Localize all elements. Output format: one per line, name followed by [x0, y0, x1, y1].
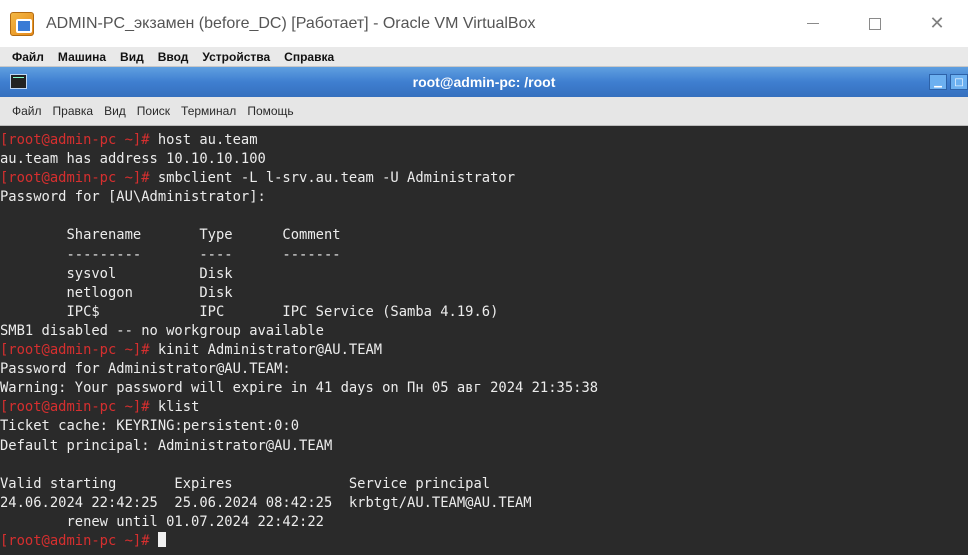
terminal-line-text: Valid starting Expires Service principal — [0, 475, 491, 492]
terminal-output-line: Password for Administrator@AU.TEAM: — [0, 360, 968, 379]
terminal-output-line: --------- ---- ------- — [0, 246, 968, 265]
close-button[interactable]: ✕ — [906, 0, 968, 47]
terminal-line-text: au.team has address 10.10.10.100 — [0, 151, 266, 168]
terminal-output-line: renew until 01.07.2024 22:42:22 — [0, 513, 968, 532]
terminal-line-text: renew until 01.07.2024 22:42:22 — [0, 513, 324, 530]
terminal-output-line: netlogon Disk — [0, 284, 968, 303]
maximize-icon — [869, 17, 881, 30]
host-window-title: ADMIN-PC_экзамен (before_DC) [Работает] … — [46, 14, 536, 32]
terminal-minimize-button[interactable]: ▁ — [929, 74, 947, 90]
terminal-output-line: Password for [AU\Administrator]: — [0, 188, 968, 207]
terminal-line-text: Password for [AU\Administrator]: — [0, 189, 266, 206]
terminal-cursor — [157, 531, 166, 547]
terminal-line-text: Default principal: Administrator@AU.TEAM — [0, 437, 333, 454]
host-window-titlebar: ADMIN-PC_экзамен (before_DC) [Работает] … — [0, 0, 968, 47]
term-menu-help[interactable]: Помощь — [247, 104, 293, 118]
terminal-output-line: au.team has address 10.10.10.100 — [0, 150, 968, 169]
terminal-maximize-button[interactable]: □ — [950, 74, 968, 90]
terminal-line-text: --------- ---- ------- — [0, 246, 341, 263]
terminal-prompt: [root@admin-pc ~]# — [0, 132, 150, 148]
terminal-icon — [10, 74, 27, 89]
term-menu-view[interactable]: Вид — [104, 104, 126, 118]
vbox-menu-input[interactable]: Ввод — [158, 50, 189, 64]
term-menu-edit[interactable]: Правка — [53, 104, 94, 118]
vbox-menubar: Файл Машина Вид Ввод Устройства Справка — [0, 47, 968, 67]
terminal-line-text: 24.06.2024 22:42:25 25.06.2024 08:42:25 … — [0, 494, 532, 511]
terminal-window-controls: ▁ □ — [926, 74, 968, 90]
terminal-line-text: smbclient -L l-srv.au.team -U Administra… — [149, 170, 516, 187]
close-icon: ✕ — [929, 13, 945, 34]
terminal-prompt: [root@admin-pc ~]# — [0, 170, 150, 187]
terminal-line-text: sysvol Disk — [0, 265, 233, 282]
terminal-line-text — [150, 533, 158, 549]
term-menu-terminal[interactable]: Терминал — [181, 104, 236, 118]
terminal-line-text: Sharename Type Comment — [0, 227, 341, 244]
vbox-menu-devices[interactable]: Устройства — [202, 50, 270, 64]
terminal-command-line: [root@admin-pc ~]# kinit Administrator@A… — [0, 341, 968, 360]
terminal-command-line: [root@admin-pc ~]# klist — [0, 398, 968, 417]
terminal-output-line: IPC$ IPC IPC Service (Samba 4.19.6) — [0, 303, 968, 322]
terminal-output[interactable]: [root@admin-pc ~]# host au.team au.team h… — [0, 126, 968, 555]
terminal-line-text: host au.team — [149, 132, 258, 148]
host-window-controls: ✕ — [782, 0, 968, 47]
minimize-button[interactable] — [782, 0, 844, 47]
terminal-output-line: 24.06.2024 22:42:25 25.06.2024 08:42:25 … — [0, 494, 968, 513]
term-menu-file[interactable]: Файл — [12, 104, 42, 118]
terminal-output-line: Warning: Your password will expire in 41… — [0, 379, 968, 398]
virtualbox-icon — [10, 11, 34, 36]
term-menu-search[interactable]: Поиск — [137, 104, 170, 118]
terminal-line-text: IPC$ IPC IPC Service (Samba 4.19.6) — [0, 303, 499, 320]
terminal-prompt: [root@admin-pc ~]# — [0, 399, 150, 416]
terminal-line-text: Password for Administrator@AU.TEAM: — [0, 361, 291, 378]
terminal-prompt: [root@admin-pc ~]# — [0, 342, 150, 359]
vbox-menu-view[interactable]: Вид — [120, 50, 144, 64]
terminal-line-text: Warning: Your password will expire in 41… — [0, 380, 599, 397]
maximize-button[interactable] — [844, 0, 906, 47]
vbox-menu-help[interactable]: Справка — [284, 50, 334, 64]
terminal-line-text: netlogon Disk — [0, 284, 233, 301]
vbox-menu-file[interactable]: Файл — [12, 50, 44, 64]
terminal-command-line: [root@admin-pc ~]# — [0, 531, 968, 551]
terminal-command-line: [root@admin-pc ~]# smbclient -L l-srv.au… — [0, 169, 968, 188]
terminal-titlebar: root@admin-pc: /root ▁ □ — [0, 67, 968, 97]
terminal-line-text: SMB1 disabled -- no workgroup available — [0, 322, 324, 339]
terminal-output-line: sysvol Disk — [0, 265, 968, 284]
terminal-line-text: klist — [149, 399, 200, 416]
terminal-output-line: Default principal: Administrator@AU.TEAM — [0, 437, 968, 456]
vbox-menu-machine[interactable]: Машина — [58, 50, 106, 64]
terminal-output-line: Valid starting Expires Service principal — [0, 475, 968, 494]
minimize-icon — [807, 23, 819, 24]
terminal-line-text: Ticket cache: KEYRING:persistent:0:0 — [0, 418, 300, 435]
terminal-output-line: Sharename Type Comment — [0, 226, 968, 245]
terminal-line-text: kinit Administrator@AU.TEAM — [149, 342, 383, 359]
terminal-output-line: Ticket cache: KEYRING:persistent:0:0 — [0, 417, 968, 436]
terminal-output-line: SMB1 disabled -- no workgroup available — [0, 322, 968, 341]
terminal-menubar: Файл Правка Вид Поиск Терминал Помощь — [0, 97, 968, 126]
terminal-command-line: [root@admin-pc ~]# host au.team — [0, 131, 968, 150]
terminal-prompt: [root@admin-pc ~]# — [0, 532, 150, 549]
terminal-title: root@admin-pc: /root — [412, 74, 556, 90]
